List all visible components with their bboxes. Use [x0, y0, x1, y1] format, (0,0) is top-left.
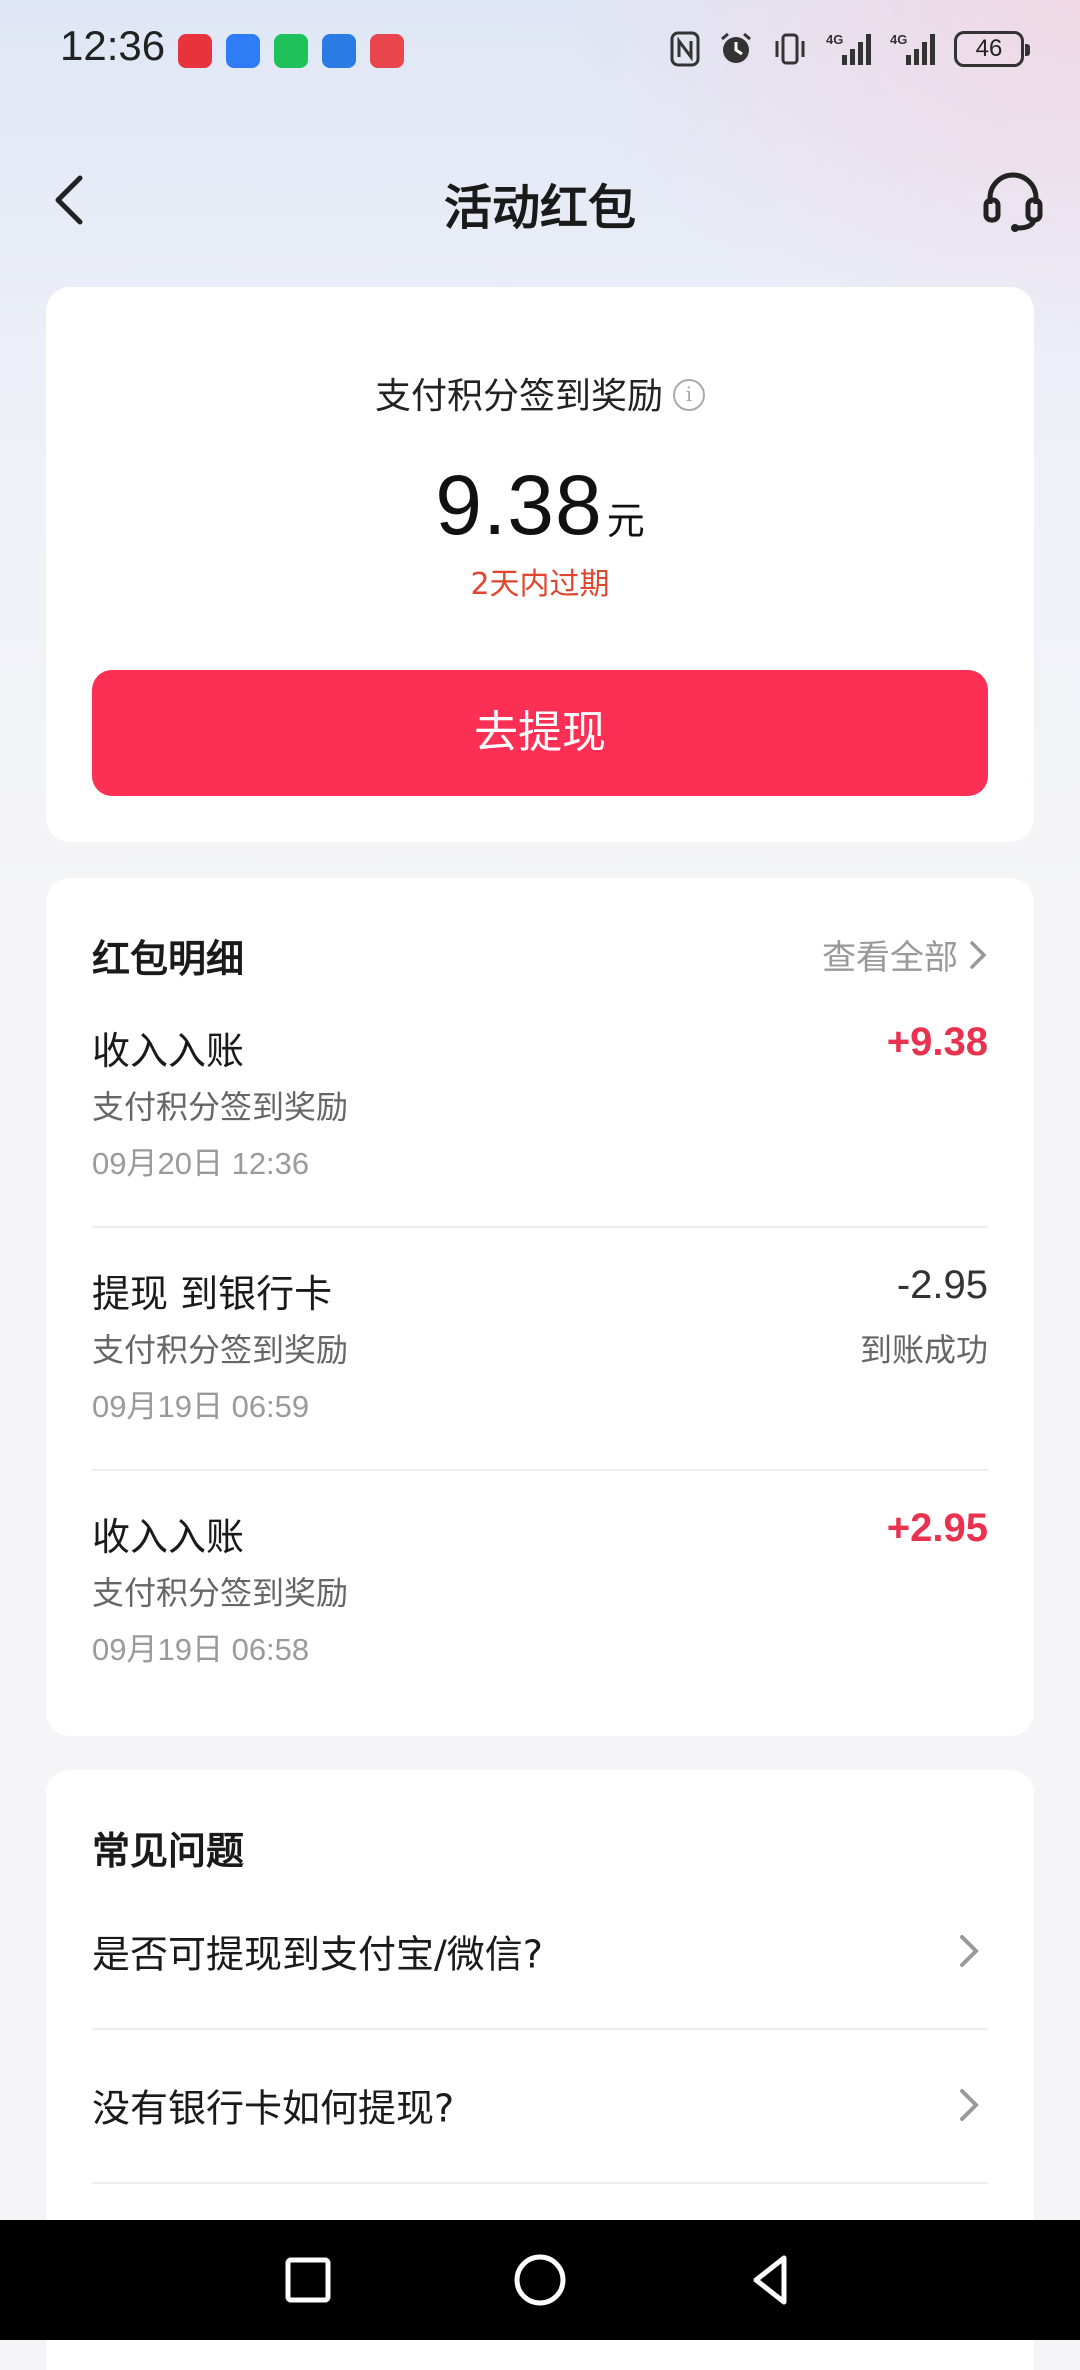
expiry-notice: 2天内过期 [470, 567, 610, 602]
nav-header: 活动红包 [0, 150, 1080, 250]
info-icon[interactable] [673, 379, 705, 411]
page-title: 活动红包 [443, 180, 636, 236]
withdraw-button[interactable]: 去提现 [92, 670, 988, 796]
book-app-icon [370, 34, 404, 68]
wechat-app-icon [274, 34, 308, 68]
notification-icons [178, 34, 404, 68]
reward-amount-value: 9.38 [435, 458, 603, 552]
faq-question: 没有银行卡如何提现? [92, 2086, 455, 2131]
record-amount: +9.38 [886, 1020, 988, 1064]
chevron-right-icon [960, 1935, 979, 1967]
reward-card: 支付积分签到奖励 9.38元 2天内过期 去提现 [46, 287, 1034, 842]
divider [92, 1226, 988, 1228]
svg-text:4G: 4G [890, 32, 907, 47]
divider [92, 2182, 988, 2184]
record-subtitle: 支付积分签到奖励 [92, 1088, 349, 1126]
svg-text:4G: 4G [826, 32, 843, 47]
view-all-label: 查看全部 [822, 938, 958, 978]
customer-service-button[interactable] [978, 164, 1048, 234]
faq-question: 是否可提现到支付宝/微信? [92, 1932, 543, 1977]
record-status: 到账成功 [859, 1331, 988, 1369]
record-date: 09月19日 06:58 [92, 1632, 310, 1667]
nfc-icon [670, 30, 700, 68]
vibrate-icon [772, 30, 808, 68]
chevron-right-icon [960, 2089, 979, 2121]
record-date: 09月19日 06:59 [92, 1389, 310, 1424]
reward-title: 支付积分签到奖励 [46, 367, 1034, 419]
system-nav-bar [0, 2220, 1080, 2340]
headset-icon [983, 172, 1043, 232]
system-icons: 4G 4G 46 [670, 30, 1030, 68]
view-all-link[interactable]: 查看全部 [822, 930, 988, 979]
reward-amount-unit: 元 [606, 499, 645, 543]
circle-icon[interactable] [508, 2248, 572, 2312]
record-amount: -2.95 [896, 1263, 988, 1307]
record-subtitle: 支付积分签到奖励 [92, 1574, 349, 1612]
compass-app-icon [322, 34, 356, 68]
shield-app-icon [226, 34, 260, 68]
triangle-back-icon[interactable] [740, 2248, 804, 2312]
record-title: 提现 到银行卡 [92, 1272, 333, 1316]
record-amount: +2.95 [886, 1506, 988, 1550]
chevron-right-icon [970, 940, 987, 969]
status-bar: 12:36 4G 4G 46 [0, 0, 1080, 100]
details-title: 红包明细 [92, 937, 245, 981]
divider [92, 1469, 988, 1471]
record-subtitle: 支付积分签到奖励 [92, 1331, 349, 1369]
reward-title-text: 支付积分签到奖励 [374, 376, 663, 417]
faq-item[interactable]: 是否可提现到支付宝/微信? [92, 1876, 988, 2026]
list-item[interactable]: 收入入账 支付积分签到奖励 09月19日 06:58 +2.95 [92, 1506, 988, 1750]
battery-indicator: 46 [954, 31, 1030, 67]
signal-4g-icon: 4G [826, 30, 872, 68]
reward-amount: 9.38 元 [46, 457, 1034, 554]
faq-title: 常见问题 [92, 1829, 245, 1873]
record-date: 09月20日 12:36 [92, 1146, 310, 1181]
record-title: 收入入账 [92, 1029, 245, 1073]
record-title: 收入入账 [92, 1515, 245, 1559]
square-icon[interactable] [276, 2248, 340, 2312]
faq-item[interactable]: 没有银行卡如何提现? [92, 2030, 988, 2180]
details-card: 红包明细 查看全部 收入入账 支付积分签到奖励 09月20日 12:36 +9.… [46, 878, 1034, 1736]
huawei-app-icon [178, 34, 212, 68]
status-time: 12:36 [60, 22, 166, 69]
signal-4g-icon: 4G [890, 30, 936, 68]
alarm-icon [718, 30, 754, 68]
